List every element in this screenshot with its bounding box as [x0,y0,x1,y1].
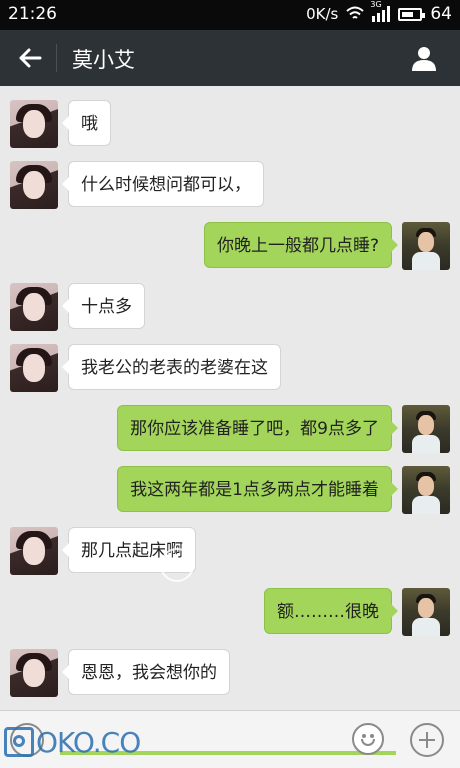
battery-level: 64 [430,4,452,24]
message-row: 你晚上一般都几点睡? [0,222,460,278]
received-message[interactable]: 我老公的老表的老婆在这 [62,344,281,390]
contact-avatar[interactable] [10,649,58,697]
chat-title: 莫小艾 [72,48,135,72]
sent-message[interactable]: 那你应该准备睡了吧，都9点多了 [117,405,398,451]
battery-icon [398,7,426,21]
network-speed: 0K/s [306,5,339,23]
emoji-icon[interactable] [352,723,384,755]
contact-avatar[interactable] [10,344,58,392]
signal-icon: 3G [370,0,391,22]
back-arrow-icon[interactable] [14,42,46,74]
signal-tag: 3G [370,0,382,9]
sent-message[interactable]: 你晚上一般都几点睡? [203,222,399,268]
my-avatar[interactable] [402,222,450,270]
message-row: 额………很晚 [0,588,460,644]
received-message[interactable]: 什么时候想问都可以， [62,161,264,207]
my-avatar[interactable] [402,405,450,453]
message-row: 我老公的老表的老婆在这 [0,344,460,400]
message-row: 哦 [0,100,460,156]
plus-icon[interactable] [410,723,444,757]
watermark-text: OKO.CO [36,725,141,759]
contact-avatar[interactable] [10,283,58,331]
my-avatar[interactable] [402,466,450,514]
my-avatar[interactable] [402,588,450,636]
received-message[interactable]: 恩恩，我会想你的 [62,649,230,695]
sent-message[interactable]: 额………很晚 [264,588,398,634]
received-message[interactable]: 哦 [62,100,111,146]
message-row: 我这两年都是1点多两点才能睡着 [0,466,460,522]
message-row: 什么时候想问都可以， [0,161,460,217]
sent-message[interactable]: 我这两年都是1点多两点才能睡着 [117,466,398,512]
received-message[interactable]: 十点多 [62,283,145,329]
chat-area[interactable]: 哦 什么时候想问都可以， 你晚上一般都几点睡? 十点多 我老公的老表的老婆在这 … [0,86,460,710]
contact-avatar[interactable] [10,527,58,575]
message-row: 那你应该准备睡了吧，都9点多了 [0,405,460,461]
message-row: 那几点起床啊 [0,527,460,583]
status-bar: 21:26 0K/s 3G 64 [0,0,460,30]
person-icon[interactable] [410,44,438,72]
contact-avatar[interactable] [10,100,58,148]
touch-indicator [160,548,194,582]
title-bar: 莫小艾 [0,30,460,86]
title-divider [56,44,57,72]
watermark-logo-icon [4,727,34,757]
contact-avatar[interactable] [10,161,58,209]
wifi-icon [346,6,365,19]
message-row: 十点多 [0,283,460,339]
message-row: 恩恩，我会想你的 [0,649,460,705]
status-icons: 0K/s 3G 64 [306,0,452,24]
watermark: OKO.CO [4,722,141,762]
status-time: 21:26 [8,4,57,24]
